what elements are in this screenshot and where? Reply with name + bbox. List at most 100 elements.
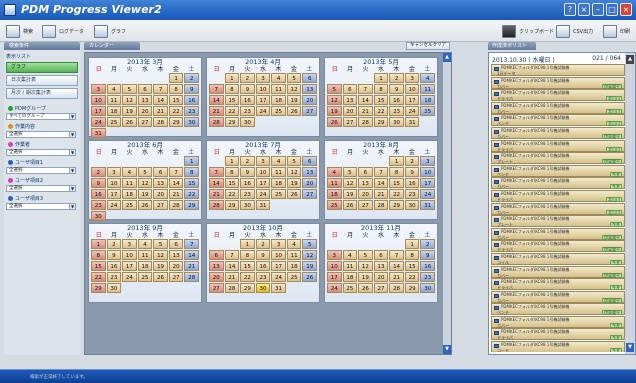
list-item[interactable]: PDMKECフォルダ\KC98 1号機試験機 コイル 今井 bbox=[491, 252, 625, 265]
chevron-down-icon[interactable]: ▼ bbox=[69, 168, 75, 173]
day-cell[interactable]: 1 bbox=[184, 156, 199, 166]
day-cell[interactable]: 10 bbox=[255, 167, 271, 177]
day-cell[interactable]: 10 bbox=[404, 84, 420, 94]
day-cell[interactable]: 24 bbox=[106, 200, 122, 210]
day-cell[interactable]: 5 bbox=[327, 84, 342, 94]
day-cell[interactable]: 11 bbox=[420, 84, 435, 94]
day-cell[interactable]: 3 bbox=[404, 73, 420, 83]
day-cell[interactable]: 12 bbox=[286, 167, 302, 177]
day-cell[interactable]: 17 bbox=[271, 261, 286, 271]
day-cell[interactable]: 10 bbox=[91, 95, 106, 105]
view-graph-button[interactable]: グラフ bbox=[6, 62, 78, 73]
day-cell[interactable]: 7 bbox=[153, 84, 168, 94]
filter-select[interactable]: すべてのグループ ▼ bbox=[6, 113, 76, 120]
day-cell[interactable]: 1 bbox=[224, 73, 240, 83]
day-cell[interactable]: 15 bbox=[91, 261, 106, 271]
day-cell[interactable]: 5 bbox=[342, 167, 358, 177]
scroll-up-icon[interactable]: ▲ bbox=[626, 55, 634, 64]
day-cell[interactable]: 18 bbox=[420, 95, 435, 105]
day-cell[interactable]: 25 bbox=[342, 283, 358, 293]
day-cell[interactable]: 8 bbox=[184, 167, 199, 177]
day-cell[interactable]: 4 bbox=[271, 156, 286, 166]
day-cell[interactable]: 4 bbox=[327, 167, 342, 177]
day-cell[interactable]: 12 bbox=[137, 178, 153, 188]
day-cell[interactable]: 17 bbox=[420, 178, 435, 188]
day-cell[interactable]: 16 bbox=[389, 95, 404, 105]
day-cell[interactable]: 5 bbox=[302, 239, 317, 249]
day-cell[interactable]: 9 bbox=[240, 84, 255, 94]
day-cell[interactable]: 21 bbox=[389, 272, 404, 282]
day-cell[interactable]: 29 bbox=[184, 200, 199, 210]
day-cell[interactable]: 9 bbox=[184, 84, 199, 94]
day-cell[interactable]: 29 bbox=[91, 283, 106, 293]
day-cell[interactable]: 26 bbox=[327, 117, 342, 127]
day-cell[interactable]: 8 bbox=[404, 250, 420, 260]
day-cell[interactable]: 3 bbox=[327, 250, 342, 260]
day-cell[interactable]: 21 bbox=[358, 106, 373, 116]
day-cell[interactable]: 8 bbox=[240, 250, 255, 260]
list-item[interactable]: PDMKECフォルダ\KC98 1号機試験機 カバー 伊東陽平 bbox=[491, 265, 625, 278]
day-cell[interactable]: 3 bbox=[255, 73, 271, 83]
day-cell[interactable]: 2 bbox=[91, 167, 106, 177]
day-cell[interactable]: 15 bbox=[240, 261, 255, 271]
close-button[interactable]: × bbox=[620, 3, 632, 16]
day-cell[interactable]: 3 bbox=[271, 239, 286, 249]
day-cell[interactable]: 2 bbox=[240, 73, 255, 83]
day-cell[interactable]: 29 bbox=[224, 200, 240, 210]
day-cell[interactable]: 14 bbox=[209, 95, 224, 105]
list-item[interactable]: PDMKECフォルダ\KC98 1号機試験機 ドライバ 北山川 bbox=[491, 189, 625, 202]
day-cell[interactable]: 1 bbox=[91, 239, 106, 249]
day-cell[interactable]: 22 bbox=[389, 189, 404, 199]
day-cell[interactable]: 19 bbox=[286, 95, 302, 105]
day-cell[interactable]: 31 bbox=[420, 200, 435, 210]
day-cell[interactable]: 3 bbox=[255, 156, 271, 166]
day-cell[interactable]: 29 bbox=[168, 117, 184, 127]
day-cell[interactable]: 25 bbox=[420, 106, 435, 116]
filter-select[interactable]: 全選択 ▼ bbox=[6, 167, 76, 174]
day-cell[interactable]: 20 bbox=[302, 178, 317, 188]
day-cell[interactable]: 5 bbox=[137, 167, 153, 177]
day-cell[interactable]: 7 bbox=[389, 250, 404, 260]
day-cell[interactable]: 23 bbox=[420, 272, 435, 282]
calendar-tab[interactable]: カレンダー bbox=[84, 42, 140, 50]
day-cell[interactable]: 5 bbox=[358, 250, 373, 260]
day-cell[interactable]: 18 bbox=[271, 95, 286, 105]
day-cell[interactable]: 18 bbox=[327, 189, 342, 199]
day-cell[interactable]: 18 bbox=[271, 178, 286, 188]
csv-export-button[interactable]: CSV出力 bbox=[556, 23, 593, 39]
day-cell[interactable]: 4 bbox=[122, 167, 137, 177]
day-cell[interactable]: 15 bbox=[168, 95, 184, 105]
day-cell[interactable]: 6 bbox=[168, 239, 184, 249]
day-cell[interactable]: 25 bbox=[271, 189, 286, 199]
day-cell[interactable]: 19 bbox=[137, 189, 153, 199]
day-cell[interactable]: 22 bbox=[224, 189, 240, 199]
day-cell[interactable]: 1 bbox=[373, 73, 389, 83]
list-item[interactable]: PDMKECフォルダ\KC98 1号機試験機 ドライバ 北山川 bbox=[491, 89, 625, 102]
day-cell[interactable]: 9 bbox=[106, 250, 122, 260]
list-item[interactable]: PDMKECフォルダ\KC98 1号機試験機 コード 今井 bbox=[491, 341, 625, 352]
list-item[interactable]: PDMKECフォルダ\KC98 1号機試験機 ドライバ 伊東陽平 bbox=[491, 240, 625, 253]
day-cell[interactable]: 15 bbox=[184, 178, 199, 188]
day-cell[interactable]: 1 bbox=[168, 73, 184, 83]
day-cell[interactable]: 16 bbox=[240, 95, 255, 105]
list-item[interactable]: PDMKECフォルダ\KC98 1号機試験機 プレート 今井 bbox=[491, 215, 625, 228]
day-cell[interactable]: 3 bbox=[91, 84, 106, 94]
day-cell[interactable]: 18 bbox=[122, 189, 137, 199]
filter-select[interactable]: 全選択 ▼ bbox=[6, 185, 76, 192]
day-cell[interactable]: 11 bbox=[342, 261, 358, 271]
filter-select[interactable]: 全選択 ▼ bbox=[6, 203, 76, 210]
list-item[interactable]: PDMKECフォルダ\KC98 1号機試験機 ベンチ 北山川 bbox=[491, 114, 625, 127]
day-cell[interactable]: 30 bbox=[240, 117, 255, 127]
day-cell[interactable]: 1 bbox=[224, 156, 240, 166]
day-cell[interactable]: 6 bbox=[358, 167, 373, 177]
day-cell[interactable]: 1 bbox=[404, 239, 420, 249]
day-cell[interactable]: 16 bbox=[240, 178, 255, 188]
day-cell[interactable]: 24 bbox=[122, 272, 137, 282]
day-cell[interactable]: 5 bbox=[153, 239, 168, 249]
day-cell[interactable]: 11 bbox=[122, 178, 137, 188]
filter-select[interactable]: 全選択 ▼ bbox=[6, 149, 76, 156]
day-cell[interactable]: 10 bbox=[271, 250, 286, 260]
clipboard-button[interactable]: クリップボード bbox=[502, 23, 554, 39]
day-cell[interactable]: 30 bbox=[106, 283, 122, 293]
day-cell[interactable]: 22 bbox=[168, 106, 184, 116]
